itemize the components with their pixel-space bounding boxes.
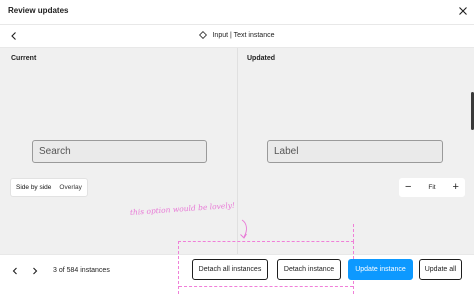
component-diamond-icon: [199, 31, 208, 39]
annotation-arrow-icon: [240, 219, 247, 239]
annotation-guide-bottom: [179, 286, 353, 287]
update-instance-button[interactable]: Update instance: [348, 259, 413, 280]
zoom-fit-button[interactable]: Fit: [428, 184, 435, 191]
detach-instance-button[interactable]: Detach instance: [277, 259, 341, 280]
component-bar: Input | Text instance: [0, 24, 474, 48]
zoom-controls: − Fit +: [399, 178, 465, 197]
updated-label: Updated: [247, 55, 275, 62]
component-name-row: Input | Text instance: [0, 31, 474, 41]
toggle-side-by-side[interactable]: Side by side: [16, 184, 51, 191]
chevron-left-icon[interactable]: [10, 266, 20, 276]
annotation-guide-line: [353, 224, 354, 242]
updated-panel: Updated Label: [238, 48, 474, 254]
zoom-in-button[interactable]: +: [453, 182, 459, 193]
zoom-out-button[interactable]: −: [405, 182, 411, 193]
toggle-overlay[interactable]: Overlay: [59, 184, 81, 191]
dialog-title: Review updates: [8, 6, 69, 15]
current-panel: Current Search: [0, 48, 237, 254]
chevron-right-icon[interactable]: [30, 266, 40, 276]
view-toggle: Side by side Overlay: [10, 178, 88, 197]
current-input-preview: Search: [32, 140, 207, 163]
detach-all-button[interactable]: Detach all instances: [192, 259, 268, 280]
instance-count: 3 of 584 instances: [53, 267, 110, 274]
component-name: Input | Text instance: [212, 31, 275, 39]
close-icon[interactable]: [457, 5, 469, 17]
current-label: Current: [11, 55, 37, 62]
update-all-button[interactable]: Update all: [419, 259, 462, 280]
updated-input-preview: Label: [267, 140, 443, 163]
title-bar: Review updates: [0, 0, 474, 24]
